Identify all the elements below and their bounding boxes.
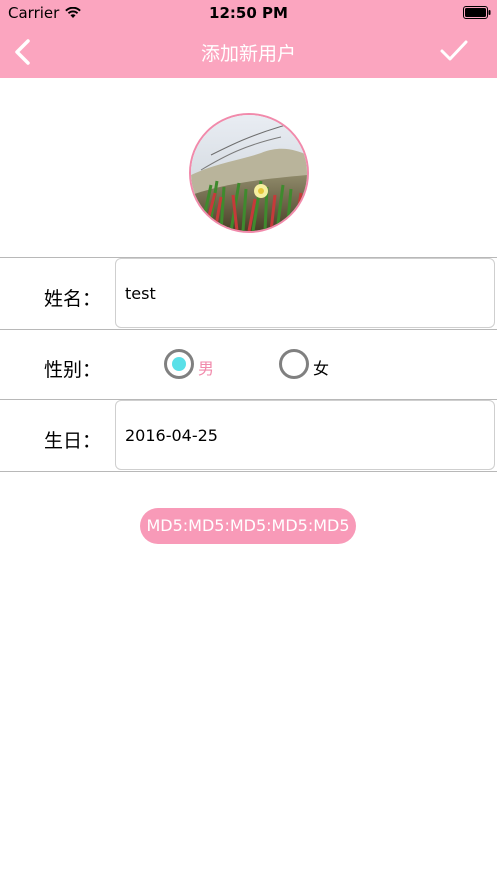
status-time: 12:50 PM: [209, 4, 288, 22]
radio-button-female[interactable]: [279, 349, 309, 379]
birthday-field-value: 2016-04-25: [125, 426, 218, 445]
page-title: 添加新用户: [200, 43, 296, 65]
name-label: 姓名：: [44, 288, 102, 310]
avatar-image: [191, 115, 307, 231]
divider: [0, 471, 497, 472]
divider: [0, 329, 497, 330]
md5-button[interactable]: MD5:MD5:MD5:MD5:MD5: [140, 508, 356, 544]
gender-female-label: 女: [313, 359, 330, 378]
battery-icon: [463, 6, 491, 19]
birthday-field[interactable]: 2016-04-25: [115, 400, 495, 470]
name-field-value: test: [125, 284, 156, 303]
birthday-label: 生日：: [44, 430, 102, 452]
status-bar: Carrier 12:50 PM: [0, 0, 497, 26]
radio-selected-dot: [172, 357, 186, 371]
name-field[interactable]: test: [115, 258, 495, 328]
nav-bar: 添加新用户: [0, 26, 497, 78]
gender-male-label: 男: [198, 359, 215, 378]
radio-button-male[interactable]: [164, 349, 194, 379]
avatar[interactable]: [189, 113, 309, 233]
checkmark-icon[interactable]: [439, 38, 469, 64]
gender-label: 性别：: [44, 359, 102, 381]
